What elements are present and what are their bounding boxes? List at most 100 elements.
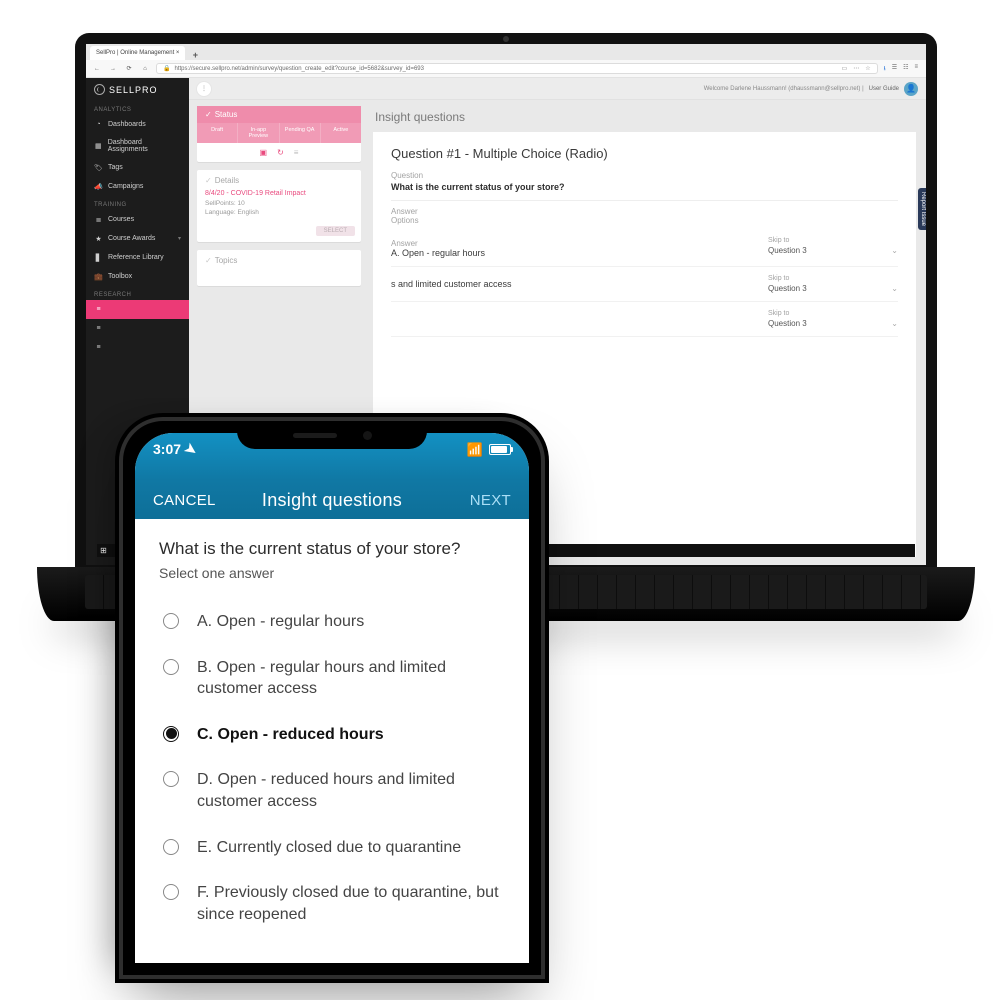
skip-block[interactable]: Skip to Question 3 ⌄ (768, 275, 898, 293)
nav-label (108, 325, 110, 332)
chat-icon[interactable]: ▣ (260, 148, 268, 157)
new-tab-button[interactable]: + (189, 50, 201, 60)
nav-label: Dashboard Assignments (108, 139, 181, 153)
list-icon[interactable]: ≡ (294, 148, 299, 157)
nav-dashboard-assignments[interactable]: ▦Dashboard Assignments (86, 134, 189, 158)
brand[interactable]: SELLPRO (86, 78, 189, 101)
list-icon: ≡ (94, 324, 103, 333)
nav-research-active[interactable]: ≡ (86, 300, 189, 319)
phone-inner: 3:07 ➤ 📶 CANCEL Insight questions NEXT W… (119, 417, 545, 979)
nav-toolbox[interactable]: 💼Toolbox (86, 267, 189, 286)
phone-notch (237, 421, 427, 449)
skip-block[interactable]: Skip to Question 3 ⌄ (768, 310, 898, 328)
phone-mockup: 3:07 ➤ 📶 CANCEL Insight questions NEXT W… (115, 413, 549, 983)
status-tab[interactable]: Active (321, 123, 361, 143)
nav-campaigns[interactable]: 📣Campaigns (86, 177, 189, 196)
status-tabs: Draft In-app Preview Pending QA Active (197, 123, 361, 143)
menu-icon[interactable]: ≡ (914, 64, 918, 74)
details-body: 8/4/20 - COVID-19 Retail Impact SellPoin… (197, 187, 361, 225)
option-c[interactable]: C. Open - reduced hours (159, 712, 505, 758)
extensions-icon[interactable]: ☷ (903, 64, 908, 74)
webcam-icon (503, 36, 509, 42)
home-button[interactable]: ⌂ (140, 66, 150, 72)
radio-icon (163, 839, 179, 855)
more-icon[interactable]: ⋯ (853, 65, 859, 72)
reload-button[interactable]: ⟳ (124, 65, 134, 72)
browser-tab[interactable]: SellPro | Online Management × (90, 46, 185, 60)
skip-value: Question 3 (768, 319, 807, 328)
skip-value: Question 3 (768, 284, 807, 293)
option-a[interactable]: A. Open - regular hours (159, 599, 505, 645)
skip-block[interactable]: Skip to Question 3⌄ (768, 237, 898, 255)
nav-research-item[interactable]: ≡ (86, 319, 189, 338)
radio-icon (163, 726, 179, 742)
nav-tags[interactable]: 🏷Tags (86, 158, 189, 177)
answer-text[interactable]: A. Open - regular hours (391, 248, 768, 258)
chevron-down-icon: ⌄ (891, 319, 898, 328)
cancel-button[interactable]: CANCEL (153, 492, 216, 509)
option-e[interactable]: E. Currently closed due to quarantine (159, 825, 505, 871)
phone-instruction: Select one answer (159, 565, 505, 581)
label-answer-options: Answer Options (391, 207, 898, 225)
answer-row: Skip to Question 3 ⌄ (391, 302, 898, 337)
user-block: Welcome Darlene Haussmann! (dhaussmann@s… (704, 82, 918, 96)
nav-label: Courses (108, 216, 134, 223)
nav-reference-library[interactable]: ▋Reference Library (86, 248, 189, 267)
nav-research-item[interactable]: ≡ (86, 338, 189, 357)
phone-question: What is the current status of your store… (159, 539, 505, 559)
status-tab[interactable]: Pending QA (280, 123, 321, 143)
reader-icon[interactable]: ▭ (842, 65, 848, 72)
user-avatar[interactable]: 👤 (904, 82, 918, 96)
check-icon: ✓ (205, 256, 212, 265)
question-heading: Question #1 - Multiple Choice (Radio) (391, 146, 898, 161)
option-text: C. Open - reduced hours (197, 724, 384, 746)
tag-icon: 🏷 (94, 163, 103, 172)
library-icon[interactable]: ☰ (892, 64, 897, 74)
history-icon[interactable]: ↻ (277, 148, 284, 157)
answer-text[interactable]: s and limited customer access (391, 279, 768, 289)
speaker-icon (293, 433, 337, 438)
option-b[interactable]: B. Open - regular hours and limited cust… (159, 645, 505, 712)
pie-icon: ◔ (94, 120, 103, 129)
report-issue-tab[interactable]: Report Issue (918, 188, 926, 230)
answer-label: Answer (391, 239, 768, 248)
start-button[interactable]: ⊞ (97, 544, 110, 557)
app-topbar: ⋮ Welcome Darlene Haussmann! (dhaussmann… (189, 78, 926, 100)
section-analytics: ANALYTICS (86, 101, 189, 115)
nav-label (108, 306, 110, 313)
next-button[interactable]: NEXT (470, 492, 511, 509)
star-icon: ★ (94, 234, 103, 243)
chevron-down-icon: ⌄ (891, 284, 898, 293)
download-icon[interactable]: ⭳ (884, 64, 886, 74)
option-f[interactable]: F. Previously closed due to quarantine, … (159, 870, 505, 937)
battery-icon (489, 444, 511, 455)
nav-dashboards[interactable]: ◔Dashboards (86, 115, 189, 134)
list-icon: ≡ (94, 305, 103, 314)
option-d[interactable]: D. Open - reduced hours and limited cust… (159, 757, 505, 824)
collapse-button[interactable]: ⋮ (197, 82, 211, 96)
skip-label: Skip to (768, 310, 898, 317)
select-button[interactable]: SELECT (316, 226, 355, 236)
address-bar[interactable]: 🔒 https://secure.sellpro.net/admin/surve… (156, 63, 878, 74)
section-research: RESEARCH (86, 286, 189, 300)
check-icon: ✓ (205, 110, 212, 119)
browser-toolbar: ← → ⟳ ⌂ 🔒 https://secure.sellpro.net/adm… (86, 60, 926, 78)
nav-label: Course Awards (108, 235, 155, 242)
radio-icon (163, 884, 179, 900)
bookmark-icon[interactable]: ☆ (865, 65, 870, 72)
details-head: ✓Details (197, 170, 361, 187)
nav-course-awards[interactable]: ★Course Awards▾ (86, 229, 189, 248)
option-text: E. Currently closed due to quarantine (197, 837, 461, 859)
status-title: Status (215, 110, 238, 119)
nav-courses[interactable]: ≣Courses (86, 210, 189, 229)
location-icon: ➤ (181, 439, 200, 460)
status-tab[interactable]: In-app Preview (238, 123, 279, 143)
details-select-wrap: SELECT (197, 225, 361, 242)
user-guide-link[interactable]: User Guide (869, 86, 899, 92)
brand-icon (94, 84, 105, 95)
forward-button[interactable]: → (108, 66, 118, 72)
skip-label: Skip to (768, 275, 898, 282)
status-tab[interactable]: Draft (197, 123, 238, 143)
option-text: B. Open - regular hours and limited cust… (197, 657, 501, 700)
back-button[interactable]: ← (92, 66, 102, 72)
